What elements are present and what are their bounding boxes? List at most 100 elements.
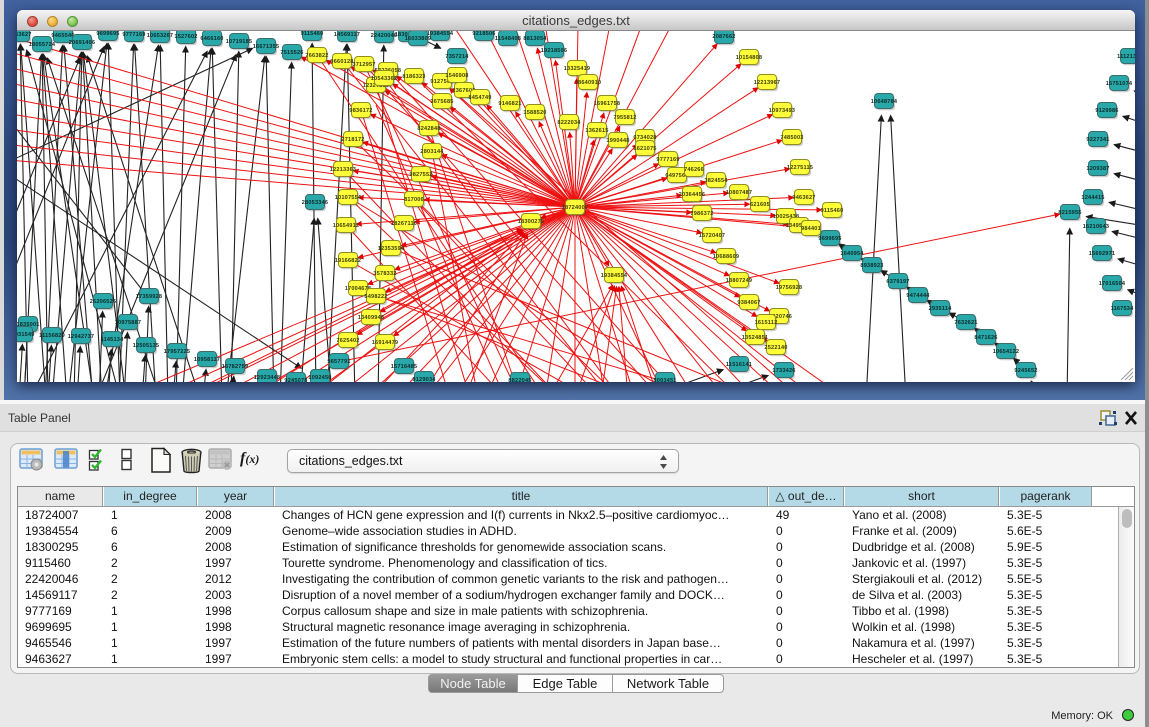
svg-text:6466160: 6466160 xyxy=(200,36,223,42)
svg-text:10107554: 10107554 xyxy=(335,195,362,201)
svg-text:8215955: 8215955 xyxy=(1058,210,1081,216)
svg-text:11121314: 11121314 xyxy=(1117,54,1135,60)
svg-text:12213363: 12213363 xyxy=(330,167,357,173)
svg-text:1733426: 1733426 xyxy=(772,368,795,374)
svg-text:11156829: 11156829 xyxy=(39,333,65,339)
svg-text:16961758: 16961758 xyxy=(594,101,621,107)
svg-text:1092450: 1092450 xyxy=(308,375,331,381)
svg-text:10958117: 10958117 xyxy=(194,357,220,363)
svg-text:14569117: 14569117 xyxy=(334,32,360,38)
svg-text:10648784: 10648784 xyxy=(871,99,898,105)
svg-text:2803144: 2803144 xyxy=(420,149,444,155)
svg-text:16210643: 16210643 xyxy=(1083,224,1110,230)
svg-text:20691406: 20691406 xyxy=(69,40,96,46)
svg-text:17016504: 17016504 xyxy=(1099,281,1126,287)
svg-text:621605: 621605 xyxy=(750,202,770,208)
svg-text:9218506: 9218506 xyxy=(472,31,495,37)
svg-text:9245652: 9245652 xyxy=(1014,368,1037,374)
svg-text:1167534: 1167534 xyxy=(1111,306,1135,312)
svg-text:10154808: 10154808 xyxy=(736,55,763,61)
svg-text:9836172: 9836172 xyxy=(349,108,372,114)
svg-text:7357214: 7357214 xyxy=(445,54,469,60)
svg-text:12942737: 12942737 xyxy=(68,334,95,340)
svg-text:8242848: 8242848 xyxy=(417,126,440,132)
svg-text:15692971: 15692971 xyxy=(1089,251,1116,257)
svg-text:13524851: 13524851 xyxy=(742,335,769,341)
svg-text:9660128: 9660128 xyxy=(330,59,353,65)
svg-text:28053346: 28053346 xyxy=(302,200,329,206)
svg-text:18807249: 18807249 xyxy=(726,278,753,284)
svg-text:3712957: 3712957 xyxy=(352,62,375,68)
svg-text:9474444: 9474444 xyxy=(906,293,930,299)
svg-text:6379197: 6379197 xyxy=(886,279,909,285)
svg-text:2087662: 2087662 xyxy=(712,34,735,40)
svg-text:7986372: 7986372 xyxy=(690,211,713,217)
svg-text:1615112: 1615112 xyxy=(755,320,778,326)
svg-text:18640910: 18640910 xyxy=(575,80,602,86)
svg-text:7625402: 7625402 xyxy=(336,338,359,344)
svg-text:16914479: 16914479 xyxy=(372,340,399,346)
svg-text:10653267: 10653267 xyxy=(147,33,174,39)
svg-text:9699695: 9699695 xyxy=(818,236,841,242)
svg-text:19166822: 19166822 xyxy=(335,258,362,264)
svg-text:984401: 984401 xyxy=(801,226,821,232)
svg-text:7515526: 7515526 xyxy=(280,50,303,56)
svg-text:10973493: 10973493 xyxy=(769,108,796,114)
svg-text:2522140: 2522140 xyxy=(764,345,787,351)
svg-text:15751074: 15751074 xyxy=(1106,81,1133,87)
svg-text:10688609: 10688609 xyxy=(713,254,740,260)
svg-text:9146821: 9146821 xyxy=(498,101,521,107)
svg-text:9699695: 9699695 xyxy=(96,31,119,37)
svg-text:2935114: 2935114 xyxy=(929,306,953,312)
svg-text:817006: 817006 xyxy=(404,197,424,203)
svg-text:1527602: 1527602 xyxy=(174,34,197,40)
svg-text:7955812: 7955812 xyxy=(613,115,636,121)
svg-text:10654912: 10654912 xyxy=(333,223,360,229)
svg-text:11548408: 11548408 xyxy=(495,36,521,42)
svg-text:9463627: 9463627 xyxy=(792,195,815,201)
svg-text:9115460: 9115460 xyxy=(821,208,844,214)
svg-text:3578332: 3578332 xyxy=(373,271,396,277)
svg-text:9384067: 9384067 xyxy=(737,300,760,306)
svg-text:8222034: 8222034 xyxy=(557,120,581,126)
svg-text:1640954: 1640954 xyxy=(840,251,864,257)
svg-text:10719185: 10719185 xyxy=(226,39,253,45)
svg-text:1244415: 1244415 xyxy=(1081,195,1104,201)
svg-text:17359928: 17359928 xyxy=(136,294,163,300)
svg-text:8093451: 8093451 xyxy=(653,378,676,382)
svg-text:12213967: 12213967 xyxy=(754,80,781,86)
svg-text:9245078: 9245078 xyxy=(284,378,307,382)
svg-text:12505135: 12505135 xyxy=(133,343,160,349)
svg-text:17957225: 17957225 xyxy=(164,349,191,355)
svg-text:9129986: 9129986 xyxy=(1095,108,1118,114)
svg-text:15716485: 15716485 xyxy=(391,364,418,370)
svg-text:1588520: 1588520 xyxy=(523,110,546,116)
svg-text:9827552: 9827552 xyxy=(409,172,432,178)
svg-text:1209387: 1209387 xyxy=(1086,166,1109,172)
svg-text:11516141: 11516141 xyxy=(726,362,752,368)
svg-text:18300275: 18300275 xyxy=(518,219,545,225)
svg-text:10807487: 10807487 xyxy=(726,190,753,196)
svg-text:9227341: 9227341 xyxy=(1086,137,1109,143)
svg-text:7485003: 7485003 xyxy=(780,135,803,141)
svg-text:16671355: 16671355 xyxy=(253,44,280,50)
svg-text:10543362: 10543362 xyxy=(371,76,398,82)
svg-text:9465546: 9465546 xyxy=(51,33,74,39)
svg-text:12275115: 12275115 xyxy=(787,165,813,171)
svg-text:1362615: 1362615 xyxy=(585,128,608,134)
svg-text:18055724: 18055724 xyxy=(29,42,56,48)
svg-text:26206526: 26206526 xyxy=(90,299,117,305)
svg-text:1145134: 1145134 xyxy=(101,337,125,343)
svg-text:2718172: 2718172 xyxy=(341,137,364,143)
svg-text:8938923: 8938923 xyxy=(860,263,883,269)
svg-text:18724007: 18724007 xyxy=(562,205,589,211)
svg-text:1546908: 1546908 xyxy=(445,73,468,79)
svg-text:1621075: 1621075 xyxy=(633,146,656,152)
svg-text:22420046: 22420046 xyxy=(371,33,398,39)
svg-text:12923448: 12923448 xyxy=(254,375,281,381)
svg-text:8454749: 8454749 xyxy=(468,95,491,101)
svg-text:7632621: 7632621 xyxy=(954,320,977,326)
svg-text:9777169: 9777169 xyxy=(656,157,679,163)
svg-text:18267110: 18267110 xyxy=(391,221,417,227)
svg-text:19384554: 19384554 xyxy=(601,273,628,279)
